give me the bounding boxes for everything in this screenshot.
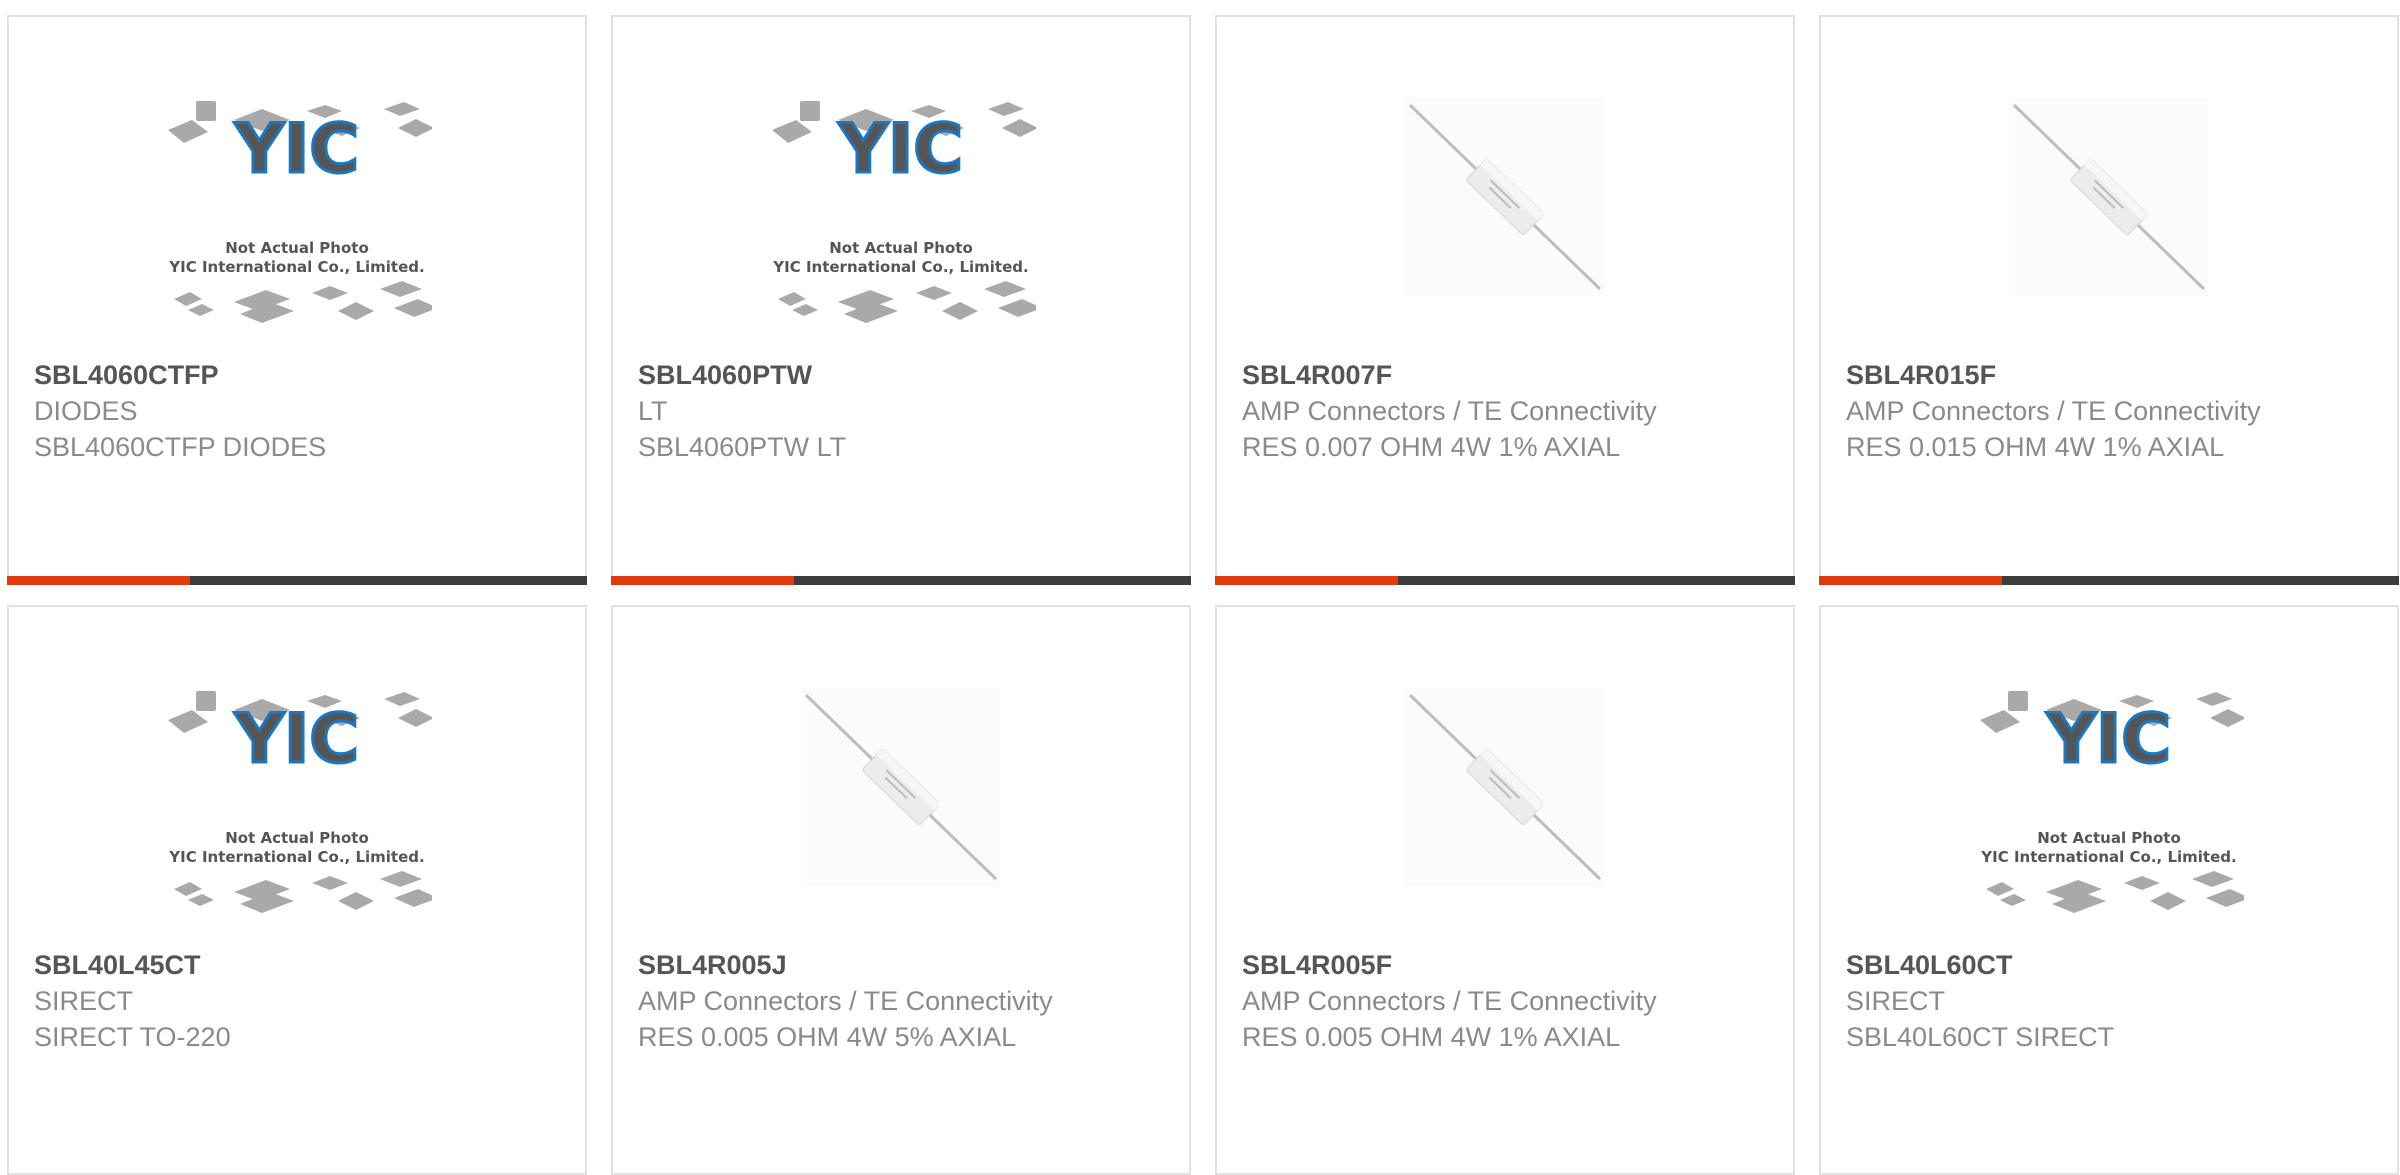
product-part-number[interactable]: SBL40L60CT — [1846, 947, 2377, 983]
product-description: RES 0.005 OHM 4W 1% AXIAL — [1242, 1022, 1621, 1052]
product-manufacturer: AMP Connectors / TE Connectivity — [638, 986, 1053, 1016]
card-bottom-bar — [611, 576, 1191, 585]
not-actual-photo-caption: Not Actual Photo — [225, 239, 369, 257]
yic-logo: YIC — [234, 110, 359, 189]
product-image-placeholder[interactable]: YIC Not Actual Photo YIC International C… — [9, 687, 585, 959]
product-info: SBL4R015F AMP Connectors / TE Connectivi… — [1846, 357, 2377, 465]
product-card[interactable]: SBL4R007F AMP Connectors / TE Connectivi… — [1215, 15, 1795, 585]
product-part-number[interactable]: SBL4R005F — [1242, 947, 1773, 983]
product-image[interactable] — [1217, 687, 1793, 959]
company-caption: YIC International Co., Limited. — [168, 848, 424, 866]
product-card[interactable]: SBL4R005J AMP Connectors / TE Connectivi… — [611, 605, 1191, 1175]
product-info: SBL4R005J AMP Connectors / TE Connectivi… — [638, 947, 1169, 1055]
yic-logo: YIC — [838, 110, 963, 189]
product-description: RES 0.015 OHM 4W 1% AXIAL — [1846, 432, 2225, 462]
product-part-number[interactable]: SBL4R005J — [638, 947, 1169, 983]
product-description: SIRECT TO-220 — [34, 1022, 231, 1052]
product-description: RES 0.007 OHM 4W 1% AXIAL — [1242, 432, 1621, 462]
company-caption: YIC International Co., Limited. — [168, 258, 424, 276]
product-description: RES 0.005 OHM 4W 5% AXIAL — [638, 1022, 1017, 1052]
product-grid: YIC Not Actual Photo YIC International C… — [7, 15, 2400, 1175]
not-actual-photo-image: YIC Not Actual Photo YIC International C… — [772, 101, 1036, 323]
product-card[interactable]: SBL4R015F AMP Connectors / TE Connectivi… — [1819, 15, 2399, 585]
product-manufacturer: AMP Connectors / TE Connectivity — [1846, 396, 2261, 426]
axial-resistor-image — [801, 687, 1001, 887]
product-part-number[interactable]: SBL4060CTFP — [34, 357, 565, 393]
card-bottom-bar-accent — [611, 576, 794, 585]
product-part-number[interactable]: SBL4R007F — [1242, 357, 1773, 393]
company-caption: YIC International Co., Limited. — [772, 258, 1028, 276]
product-info: SBL4R007F AMP Connectors / TE Connectivi… — [1242, 357, 1773, 465]
product-manufacturer: AMP Connectors / TE Connectivity — [1242, 986, 1657, 1016]
card-bottom-bar-accent — [1819, 576, 2002, 585]
product-card[interactable]: YIC Not Actual Photo YIC International C… — [1819, 605, 2399, 1175]
product-manufacturer: SIRECT — [1846, 986, 1946, 1016]
product-card[interactable]: YIC Not Actual Photo YIC International C… — [611, 15, 1191, 585]
product-part-number[interactable]: SBL40L45CT — [34, 947, 565, 983]
product-card[interactable]: YIC Not Actual Photo YIC International C… — [7, 605, 587, 1175]
product-image-placeholder[interactable]: YIC Not Actual Photo YIC International C… — [613, 97, 1189, 369]
axial-resistor-image — [1405, 97, 1605, 297]
product-image-placeholder[interactable]: YIC Not Actual Photo YIC International C… — [1821, 687, 2397, 959]
not-actual-photo-image: YIC Not Actual Photo YIC International C… — [168, 691, 432, 913]
not-actual-photo-caption: Not Actual Photo — [225, 829, 369, 847]
company-caption: YIC International Co., Limited. — [1980, 848, 2236, 866]
product-card[interactable]: SBL4R005F AMP Connectors / TE Connectivi… — [1215, 605, 1795, 1175]
card-bottom-bar — [1819, 576, 2399, 585]
product-info: SBL4R005F AMP Connectors / TE Connectivi… — [1242, 947, 1773, 1055]
product-info: SBL40L45CT SIRECT SIRECT TO-220 — [34, 947, 565, 1055]
product-description: SBL4060CTFP DIODES — [34, 432, 327, 462]
not-actual-photo-image: YIC Not Actual Photo YIC International C… — [168, 101, 432, 323]
card-bottom-bar-accent — [7, 576, 190, 585]
card-bottom-bar-accent — [1215, 576, 1398, 585]
product-image[interactable] — [1217, 97, 1793, 369]
product-info: SBL4060PTW LT SBL4060PTW LT — [638, 357, 1169, 465]
product-image-placeholder[interactable]: YIC Not Actual Photo YIC International C… — [9, 97, 585, 369]
product-image[interactable] — [613, 687, 1189, 959]
product-description: SBL4060PTW LT — [638, 432, 847, 462]
product-manufacturer: SIRECT — [34, 986, 134, 1016]
product-info: SBL40L60CT SIRECT SBL40L60CT SIRECT — [1846, 947, 2377, 1055]
product-card[interactable]: YIC Not Actual Photo YIC International C… — [7, 15, 587, 585]
product-manufacturer: LT — [638, 396, 668, 426]
product-part-number[interactable]: SBL4060PTW — [638, 357, 1169, 393]
product-manufacturer: AMP Connectors / TE Connectivity — [1242, 396, 1657, 426]
product-part-number[interactable]: SBL4R015F — [1846, 357, 2377, 393]
card-bottom-bar — [7, 576, 587, 585]
yic-logo: YIC — [234, 700, 359, 779]
product-description: SBL40L60CT SIRECT — [1846, 1022, 2115, 1052]
axial-resistor-image — [1405, 687, 1605, 887]
not-actual-photo-caption: Not Actual Photo — [2037, 829, 2181, 847]
product-image[interactable] — [1821, 97, 2397, 369]
not-actual-photo-image: YIC Not Actual Photo YIC International C… — [1980, 691, 2244, 913]
yic-logo: YIC — [2046, 700, 2171, 779]
axial-resistor-image — [2009, 97, 2209, 297]
product-manufacturer: DIODES — [34, 396, 138, 426]
card-bottom-bar — [1215, 576, 1795, 585]
not-actual-photo-caption: Not Actual Photo — [829, 239, 973, 257]
product-info: SBL4060CTFP DIODES SBL4060CTFP DIODES — [34, 357, 565, 465]
